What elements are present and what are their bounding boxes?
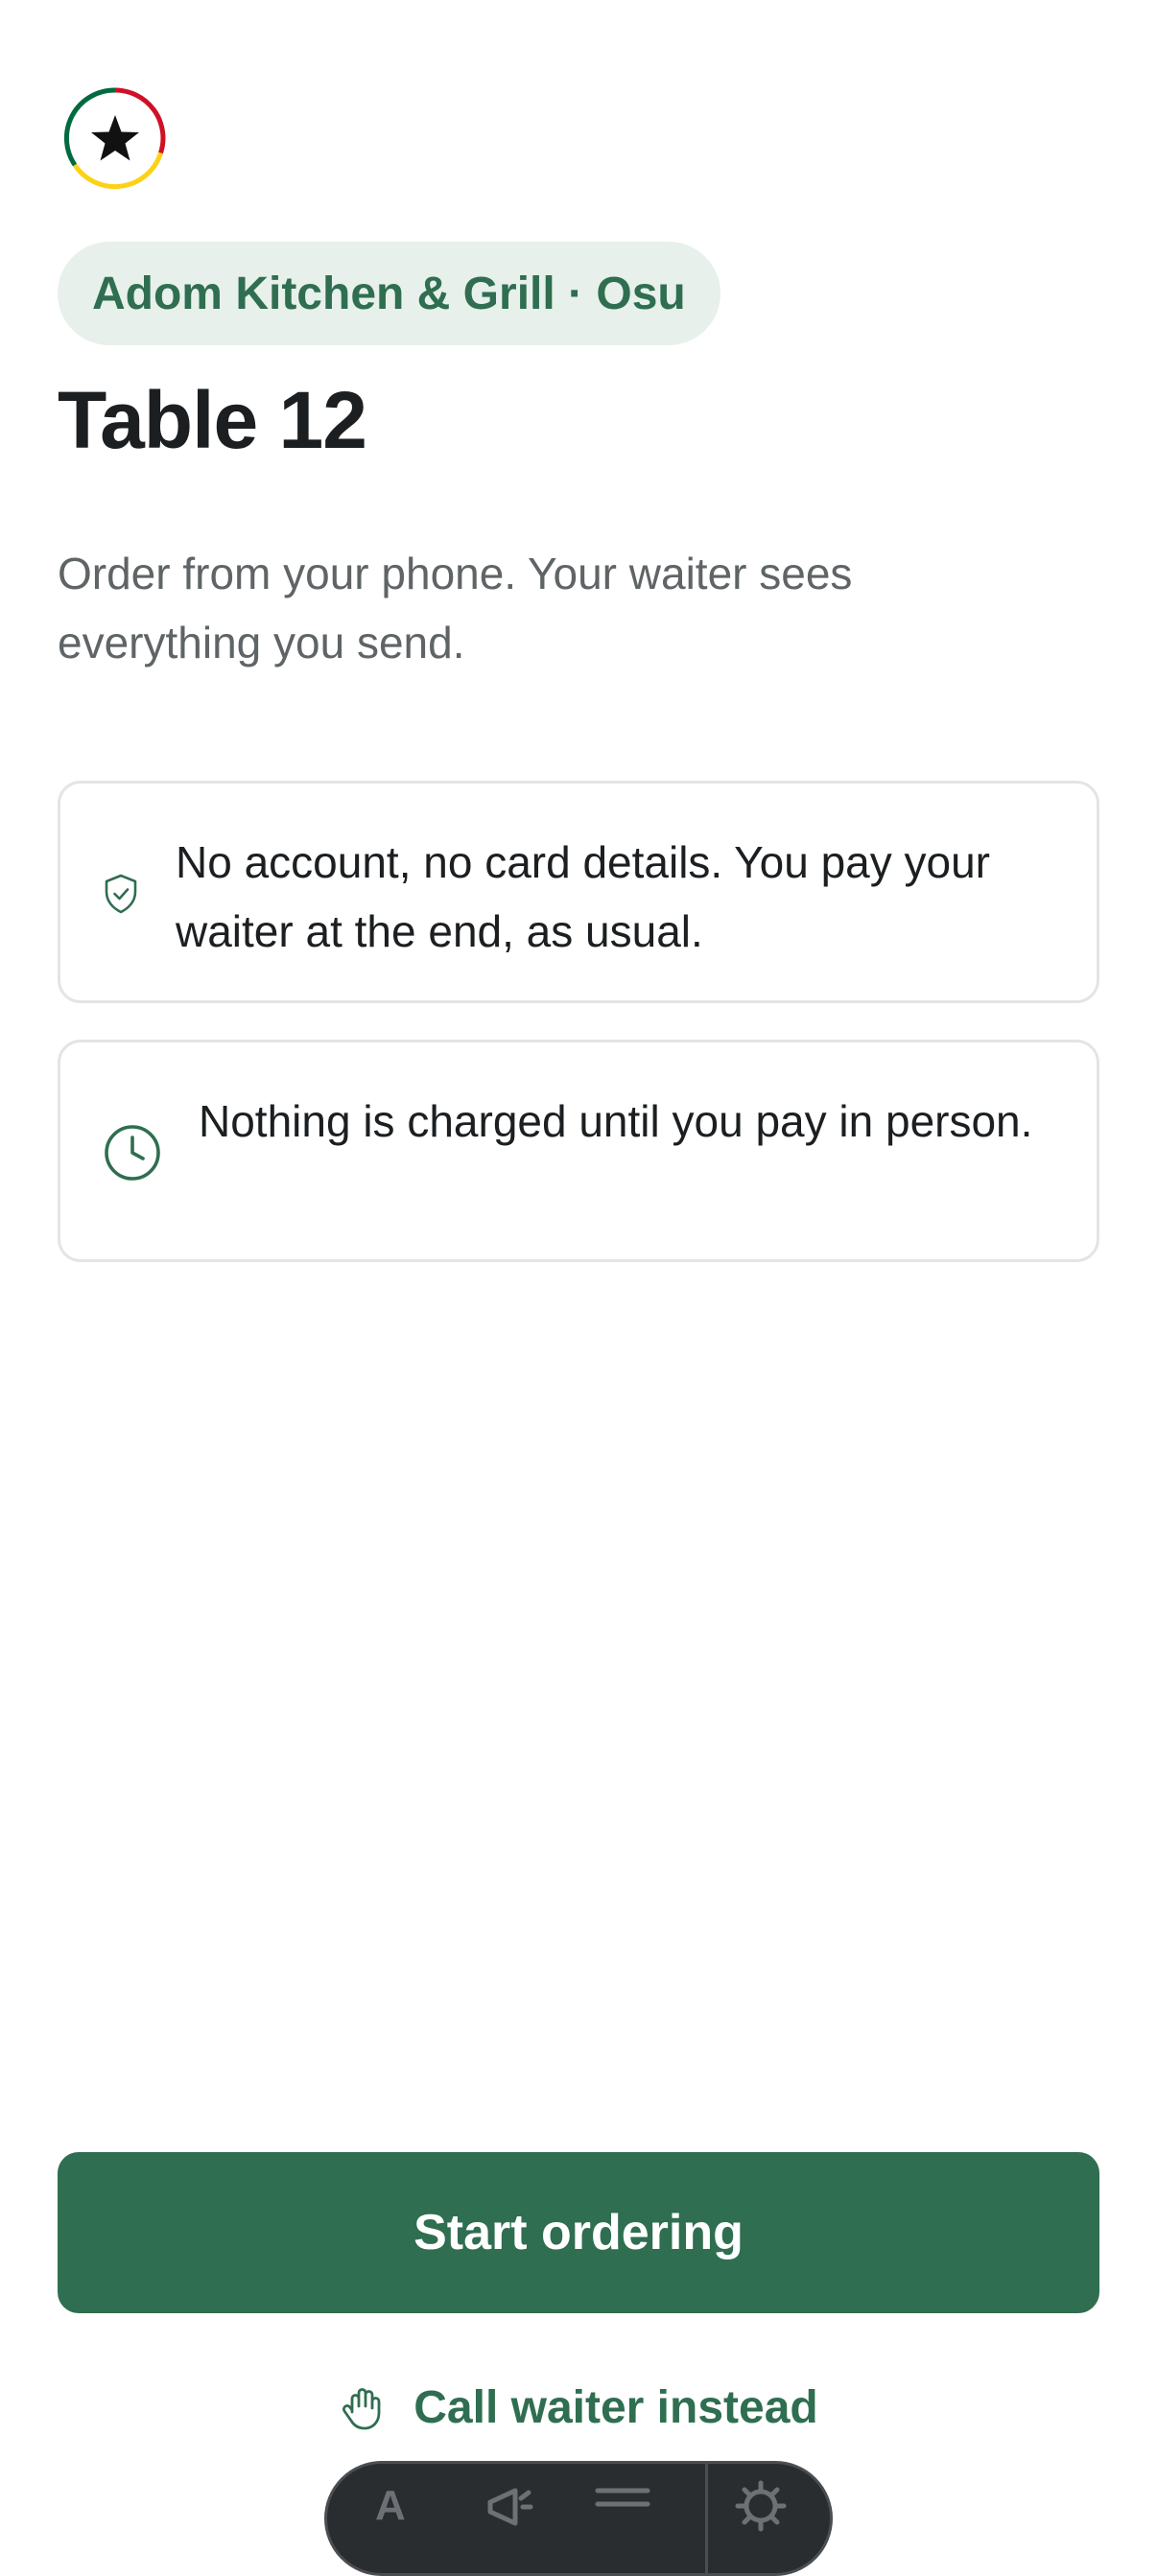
dock-item-text[interactable]: A	[375, 2477, 406, 2535]
dock-item-menu[interactable]	[594, 2485, 651, 2523]
restaurant-name-label: Adom Kitchen & Grill · Osu	[92, 268, 686, 319]
info-card-no-account: No account, no card details. You pay you…	[58, 781, 1099, 1003]
info-card-no-charge: Nothing is charged until you pay in pers…	[58, 1040, 1099, 1262]
clock-icon	[105, 1125, 160, 1181]
call-waiter-label: Call waiter instead	[413, 2381, 818, 2433]
info-card-text: Nothing is charged until you pay in pers…	[199, 1096, 1033, 1146]
dock-item-settings[interactable]	[734, 2479, 788, 2533]
shield-check-icon	[105, 874, 137, 914]
gear-icon	[735, 2480, 787, 2532]
call-waiter-link[interactable]: Call waiter instead	[0, 2373, 1157, 2442]
info-card-text: No account, no card details. You pay you…	[176, 837, 991, 956]
page-title: Table 12	[58, 375, 367, 465]
dock-divider	[705, 2464, 708, 2573]
restaurant-logo	[63, 86, 167, 190]
hand-icon	[342, 2388, 381, 2430]
bottom-dock: A	[324, 2461, 833, 2576]
text-format-icon: A	[375, 2482, 406, 2529]
menu-lines-icon	[595, 2488, 650, 2507]
restaurant-name-badge: Adom Kitchen & Grill · Osu	[58, 242, 720, 345]
megaphone-icon	[487, 2488, 533, 2526]
intro-text: Order from your phone. Your waiter sees …	[58, 549, 853, 667]
dock-item-announce[interactable]	[483, 2481, 534, 2533]
start-ordering-button[interactable]: Start ordering	[58, 2152, 1099, 2313]
black-star-badge-icon	[63, 87, 166, 190]
